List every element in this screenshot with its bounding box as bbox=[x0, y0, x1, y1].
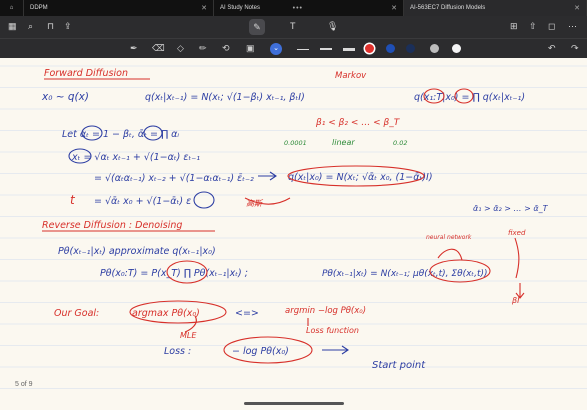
p-joint-equation: Pθ(x₀:T) = P(x_T) ∏ Pθ(xₜ₋₁|xₜ) ; bbox=[100, 268, 248, 279]
alpha-bar-ordering: ᾱ₁ > ᾱ₂ > … > ᾱ_T bbox=[473, 204, 549, 213]
chevron-down-icon[interactable]: ⌄ bbox=[270, 43, 282, 55]
tab-diffusion-models[interactable]: AI-563EC7 Diffusion Models ✕ bbox=[404, 0, 587, 16]
beta-ordering: β₁ < β₂ < … < β_T bbox=[315, 118, 401, 128]
equivalence-arrow: <=> bbox=[235, 308, 259, 319]
color-swatch-dark[interactable] bbox=[406, 44, 415, 53]
tab-bar: ⌂ DDPM ✕ ••• AI Study Notes ✕ AI-563EC7 … bbox=[0, 0, 587, 16]
beta-start: 0.0001 bbox=[284, 139, 307, 147]
drawing-toolbar: ✒ ⌫ ◇ ✏ ⟲ ▣ ⌄ ↶ ↷ bbox=[0, 38, 587, 58]
stroke-thick[interactable] bbox=[343, 48, 355, 51]
goal-label: Our Goal: bbox=[54, 308, 99, 319]
circle-epsilon bbox=[193, 191, 215, 209]
tab-label: DDPM bbox=[30, 5, 48, 11]
highlighter-icon[interactable]: ◇ bbox=[177, 43, 184, 54]
tab-ai-study-notes[interactable]: ••• AI Study Notes ✕ bbox=[214, 0, 404, 16]
pencil-icon[interactable]: ✏ bbox=[199, 43, 207, 54]
home-indicator[interactable] bbox=[244, 402, 344, 405]
home-tab[interactable]: ⌂ bbox=[0, 0, 24, 16]
redo-icon[interactable]: ↷ bbox=[571, 43, 579, 54]
close-icon[interactable]: ✕ bbox=[574, 4, 580, 12]
xt-closed-form: = √ᾱₜ x₀ + √(1−ᾱₜ) ε bbox=[94, 196, 191, 207]
argmin-expression: argmin −log Pθ(x₀) bbox=[285, 306, 366, 316]
mle-label: MLE bbox=[180, 331, 197, 340]
loss-function-label: Loss function bbox=[306, 326, 359, 335]
text-icon[interactable]: T bbox=[290, 21, 296, 31]
argmax-expression: argmax Pθ(x₀) bbox=[132, 308, 200, 319]
home-icon: ⌂ bbox=[9, 5, 14, 11]
grid-icon[interactable]: ▦ bbox=[8, 21, 17, 32]
export-icon[interactable]: ⇧ bbox=[529, 21, 537, 32]
color-swatch-white[interactable] bbox=[452, 44, 461, 53]
stroke-medium[interactable] bbox=[320, 48, 332, 50]
notification-icon[interactable]: ◻ bbox=[548, 21, 555, 32]
markov-label: Markov bbox=[335, 71, 367, 81]
neural-network-label: neural network bbox=[426, 234, 472, 241]
close-icon[interactable]: ✕ bbox=[391, 4, 397, 12]
stroke-thin[interactable] bbox=[297, 49, 309, 50]
loss-expression: − log Pθ(x₀) bbox=[232, 346, 289, 357]
start-point-label: Start point bbox=[372, 360, 426, 371]
bookmark-icon[interactable]: ⊓ bbox=[47, 21, 54, 32]
close-icon[interactable]: ✕ bbox=[201, 4, 207, 12]
search-icon[interactable]: ⌕ bbox=[28, 21, 33, 32]
more-options-icon[interactable]: ⋯ bbox=[568, 21, 577, 32]
color-swatch-red[interactable] bbox=[365, 44, 374, 53]
top-toolbar: ▦ ⌕ ⊓ ⇪ ✎ T 🎙 ⊞ ⇧ ◻ ⋯ bbox=[0, 16, 587, 38]
fixed-arrow bbox=[514, 237, 520, 279]
fixed-label: fixed bbox=[508, 229, 526, 237]
undo-icon[interactable]: ↶ bbox=[548, 43, 556, 54]
x0-distribution: x₀ ~ q(x) bbox=[41, 91, 89, 103]
beta-end: 0.02 bbox=[393, 139, 407, 147]
reverse-diffusion-title: Reverse Diffusion : Denoising bbox=[42, 220, 182, 231]
loss-arrow bbox=[322, 345, 349, 355]
page-indicator: 5 of 9 bbox=[15, 381, 33, 388]
handwritten-notes: Forward Diffusion Markov x₀ ~ q(x) q(xₜ|… bbox=[0, 65, 587, 389]
q-closed-form: q(xₜ|x₀) = N(xₜ; √ᾱₜ x₀, (1−ᾱₜ)I) bbox=[288, 172, 433, 183]
linear-label: linear bbox=[332, 138, 355, 147]
mic-icon[interactable]: 🎙 bbox=[327, 21, 338, 32]
q-step-equation: q(xₜ|xₜ₋₁) = N(xₜ; √(1−βₜ) xₜ₋₁, βₜI) bbox=[145, 92, 305, 103]
forward-diffusion-title: Forward Diffusion bbox=[44, 68, 128, 79]
image-icon[interactable]: ▣ bbox=[246, 43, 255, 54]
more-icon[interactable]: ••• bbox=[293, 5, 303, 12]
nn-arrow bbox=[437, 248, 463, 261]
add-page-icon[interactable]: ⊞ bbox=[510, 21, 518, 32]
tab-ddpm[interactable]: DDPM ✕ bbox=[24, 0, 214, 16]
color-swatch-blue[interactable] bbox=[386, 44, 395, 53]
beta-identity: βI bbox=[511, 296, 520, 305]
xt-two-step: = √(αₜαₜ₋₁) xₜ₋₂ + √(1−αₜαₜ₋₁) ε̄ₜ₋₂ bbox=[94, 173, 254, 184]
pen-mode-icon[interactable]: ✎ bbox=[249, 19, 265, 35]
tab-label: AI Study Notes bbox=[220, 5, 261, 11]
eraser-icon[interactable]: ⌫ bbox=[152, 43, 165, 54]
pen-icon[interactable]: ✒ bbox=[130, 43, 138, 54]
p-approximate: Pθ(xₜ₋₁|xₜ) approximate q(xₜ₋₁|x₀) bbox=[58, 246, 216, 257]
share-icon[interactable]: ⇪ bbox=[64, 21, 72, 32]
loss-label: Loss : bbox=[164, 346, 191, 357]
p-step-equation: Pθ(xₜ₋₁|xₜ) = N(xₜ₋₁; μθ(xₜ,t), Σθ(xₜ,t)… bbox=[322, 269, 488, 279]
lasso-icon[interactable]: ⟲ bbox=[222, 43, 230, 54]
tab-label: AI-563EC7 Diffusion Models bbox=[410, 5, 486, 11]
color-swatch-gray[interactable] bbox=[430, 44, 439, 53]
